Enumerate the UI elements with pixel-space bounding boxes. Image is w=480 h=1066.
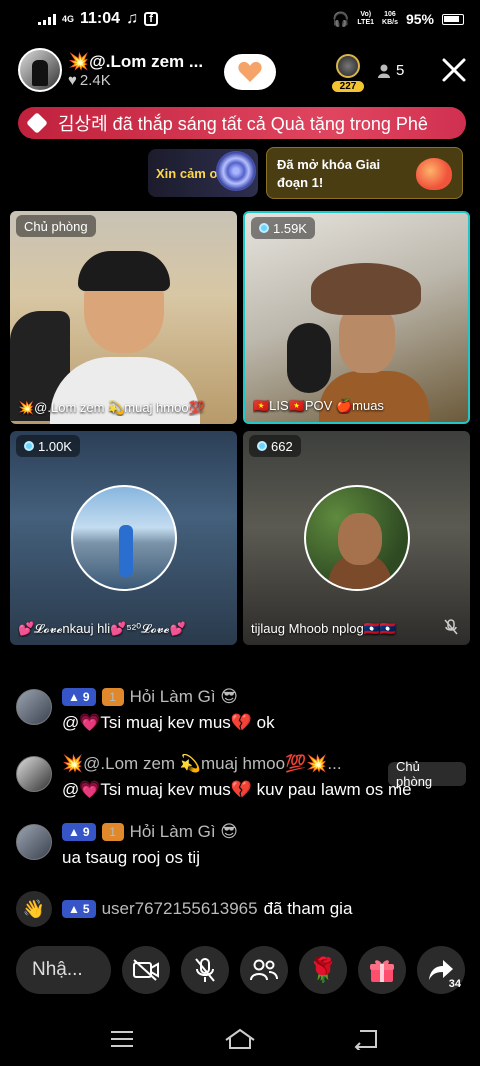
commenter-name[interactable]: 💥@.Lom zem 💫muaj hmoo💯💥...: [62, 754, 342, 774]
level-badge: ▲ 9: [62, 823, 96, 841]
target-gift-icon: [216, 151, 256, 191]
mic-off-icon: [195, 958, 215, 982]
guest-caption: 🇻🇳LIS🇻🇳POV 🍎muas: [253, 398, 384, 413]
level-badge: ▲ 9: [62, 688, 96, 706]
thanks-promo-card[interactable]: Xin cảm ơn: [148, 149, 258, 197]
comment-text: @💗Tsi muaj kev mus💔 ok: [62, 713, 275, 732]
guest-score-tag: 662: [249, 435, 301, 457]
fan-badge: 1: [101, 688, 124, 706]
camera-off-button[interactable]: [122, 946, 170, 994]
menu-icon[interactable]: [108, 1028, 138, 1050]
comment-text: ua tsaug rooj os tij: [62, 848, 200, 867]
guest-avatar: [70, 485, 177, 591]
heart-icon: ♥: [68, 71, 77, 89]
host-name: 💥@.Lom zem ...: [68, 51, 204, 71]
guest-tile-2[interactable]: 1.59K 🇻🇳LIS🇻🇳POV 🍎muas: [243, 211, 470, 424]
live-header: 💥@.Lom zem ... ♥ 2.4K 227 5: [18, 48, 466, 94]
guest-tile-3[interactable]: 1.00K 💕𝓛𝓸𝓿𝓮nkauj hli💕⁵²⁰𝓛𝓸𝓿𝓮💕: [10, 431, 237, 645]
guest-score-tag: 1.59K: [251, 217, 315, 239]
system-nav-bar: [0, 1010, 480, 1066]
mic-muted-icon: [444, 619, 458, 635]
joiner-name[interactable]: user7672155613965: [102, 899, 258, 919]
commenter-avatar[interactable]: [16, 756, 52, 792]
rank-badge[interactable]: 227: [332, 54, 364, 92]
viewer-count[interactable]: 5: [378, 62, 404, 79]
gift-button[interactable]: [358, 946, 406, 994]
guest-score-tag: 1.00K: [16, 435, 80, 457]
host-profile[interactable]: 💥@.Lom zem ... ♥ 2.4K: [18, 48, 218, 92]
host-video-feed: [50, 247, 200, 424]
wave-hand-icon: 👋: [16, 891, 52, 927]
score-icon: [259, 223, 269, 233]
viewer-count-value: 5: [396, 62, 405, 79]
facebook-icon: f: [144, 12, 159, 26]
network-type: 4G: [62, 14, 75, 24]
host-likes-count: 2.4K: [79, 71, 111, 89]
guest-tile-4[interactable]: 662 tijlaug Mhoob nplog🇱🇦🇱🇦: [243, 431, 470, 645]
gift-announcement-banner[interactable]: 김상례 đã thắp sáng tất cả Quà tặng trong P…: [18, 107, 466, 139]
guest-caption: tijlaug Mhoob nplog🇱🇦🇱🇦: [251, 621, 397, 636]
guest-tile-host[interactable]: Chủ phòng 💥@.Lom zem 💫muaj hmoo💯: [10, 211, 237, 424]
person-icon: [378, 64, 390, 78]
guests-button[interactable]: [240, 946, 288, 994]
score-icon: [257, 441, 267, 451]
status-bar: 4G 11:04 ♫ f 🎧 Vo) LTE1 106 KB/s 95%: [0, 0, 480, 38]
share-button[interactable]: 34: [417, 946, 465, 994]
host-tag: Chủ phòng: [16, 215, 96, 237]
level-badge: ▲ 5: [62, 900, 96, 918]
gem-icon: [26, 112, 48, 134]
rose-gift-button[interactable]: 🌹: [299, 946, 347, 994]
guest-caption: 💥@.Lom zem 💫muaj hmoo💯: [18, 400, 205, 415]
joined-text: đã tham gia: [263, 899, 353, 918]
rank-avatar-icon: [336, 54, 360, 78]
follow-button[interactable]: [224, 54, 276, 90]
commenter-name[interactable]: Hỏi Làm Gì 😎: [130, 822, 238, 842]
home-icon[interactable]: [224, 1028, 256, 1050]
battery-level: 95%: [405, 11, 434, 27]
commenter-avatar[interactable]: [16, 824, 52, 860]
score-icon: [24, 441, 34, 451]
heart-follow-icon: [238, 61, 262, 82]
camera-off-icon: [133, 959, 159, 981]
guest-caption: 💕𝓛𝓸𝓿𝓮nkauj hli💕⁵²⁰𝓛𝓸𝓿𝓮💕: [18, 621, 186, 636]
fan-badge: 1: [101, 823, 124, 841]
banner-text: 김상례 đã thắp sáng tất cả Quà tặng trong P…: [58, 114, 428, 134]
gift-box-icon: [370, 960, 394, 982]
commenter-name[interactable]: Hỏi Làm Gì 😎: [130, 687, 238, 707]
music-note-icon: ♫: [126, 10, 139, 27]
commenter-avatar[interactable]: [16, 689, 52, 725]
battery-icon: [442, 13, 464, 25]
host-avatar[interactable]: [18, 48, 62, 92]
mic-off-button[interactable]: [181, 946, 229, 994]
comment-text: @💗Tsi muaj kev mus💔 kuv pau lawm os me: [62, 780, 412, 799]
close-icon[interactable]: [440, 56, 468, 84]
heart-gift-icon: [416, 158, 452, 190]
unlock-label: Đã mở khóa Giai đoạn 1!: [277, 157, 381, 190]
signal-icon: [38, 13, 56, 25]
guest-avatar: [303, 485, 410, 591]
rose-icon: 🌹: [308, 956, 338, 984]
share-count: 34: [448, 978, 461, 990]
volte-indicator: Vo) LTE1: [357, 11, 375, 26]
rank-number: 227: [332, 81, 364, 92]
network-speed: 106 KB/s: [382, 11, 398, 26]
back-icon[interactable]: [352, 1028, 382, 1050]
comment-input[interactable]: Nhậ...: [16, 946, 111, 994]
headphones-icon: 🎧: [331, 10, 350, 27]
unlock-promo-card[interactable]: Đã mở khóa Giai đoạn 1!: [266, 147, 463, 199]
clock: 11:04: [80, 10, 121, 27]
people-icon: [250, 959, 278, 981]
